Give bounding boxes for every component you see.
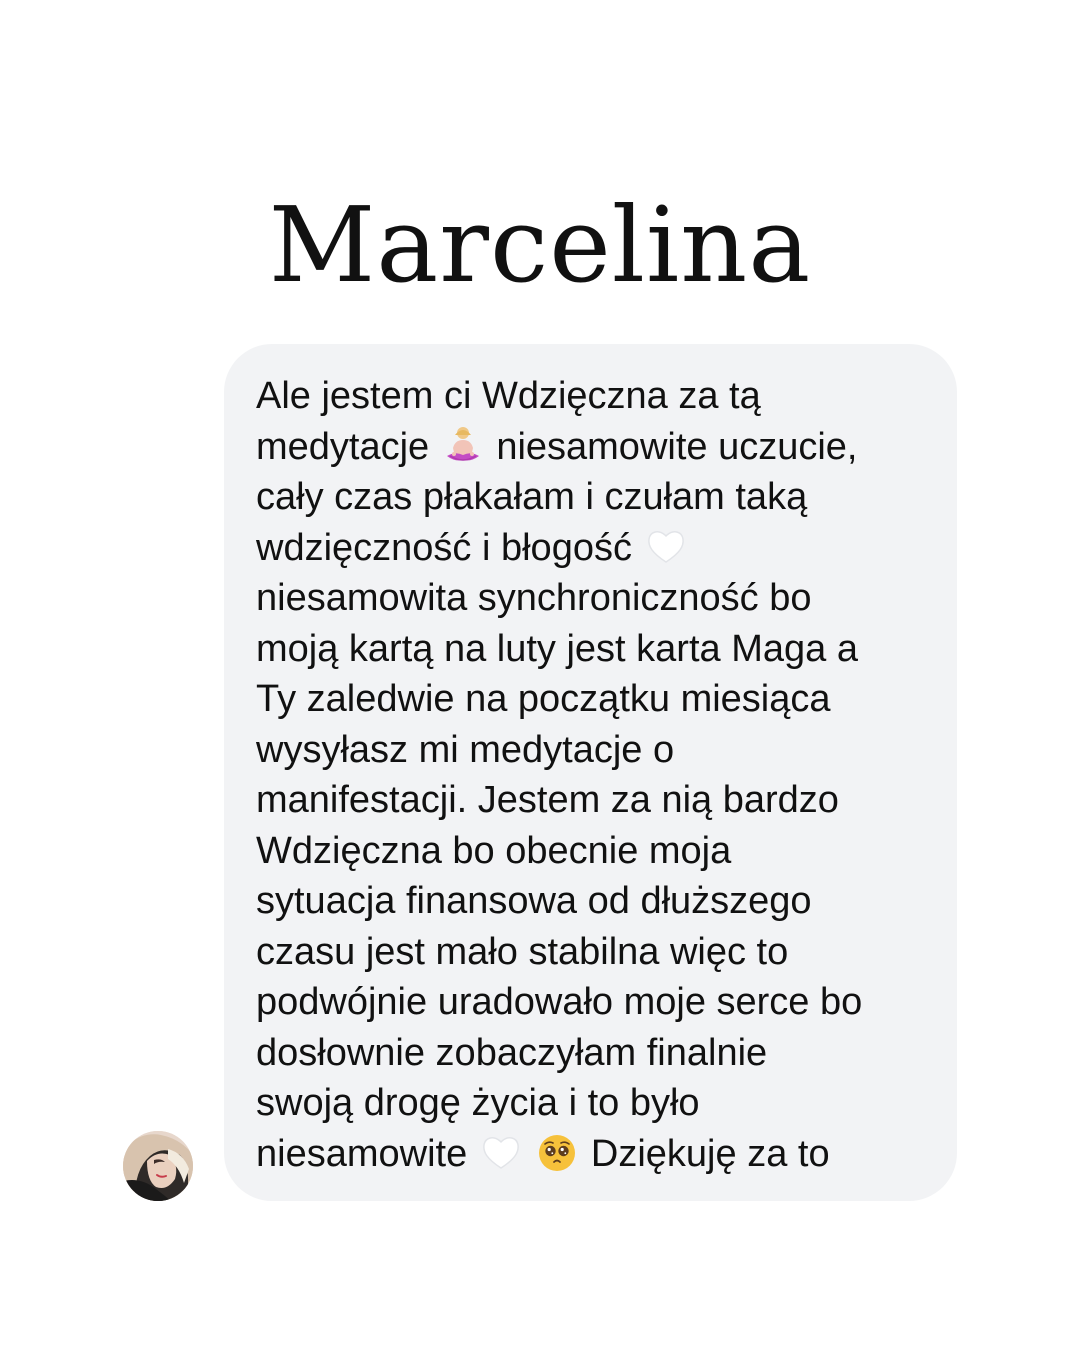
white-heart-emoji: [480, 1132, 522, 1174]
avatar[interactable]: [123, 1131, 193, 1201]
message-line: manifestacji. Jestem za nią bardzo: [256, 779, 839, 821]
message-line: dosłownie zobaczyłam finalnie: [256, 1031, 768, 1074]
message-line: swoją drogę życia i to było: [256, 1082, 700, 1124]
message-fragment: niesamowite uczucie,: [496, 425, 858, 468]
message-line: sytuacja finansowa od dłuższego: [256, 880, 812, 922]
message-fragment: medytacje: [256, 425, 440, 468]
message-bubble[interactable]: Ale jestem ci Wdzięczna za tą medytacje …: [224, 344, 957, 1201]
message-line: moją kartą na luty jest karta Maga a: [256, 627, 858, 670]
message-line: medytacje niesamowite uczucie,: [256, 422, 937, 473]
avatar-icon: [123, 1131, 193, 1201]
message-fragment: Dziękuję za to: [590, 1132, 830, 1175]
white-heart-emoji: [645, 526, 687, 568]
message-line: Wdzięczna bo obecnie moja: [256, 829, 732, 872]
person-in-lotus-position-emoji: [442, 425, 484, 467]
message-fragment: wdzięczność i błogość: [256, 526, 632, 569]
message-line: Ty zaledwie na początku miesiąca: [256, 678, 831, 720]
message-line: niesamowite Dziękuję za to: [256, 1129, 937, 1180]
message-text: Ale jestem ci Wdzięczna za tą medytacje …: [256, 371, 937, 1179]
message-line: Ale jestem ci Wdzięczna za tą: [256, 375, 761, 417]
message-line: wysyłasz mi medytacje o: [256, 728, 675, 771]
pleading-face-emoji: [536, 1132, 578, 1174]
message-line: niesamowita synchroniczność bo: [256, 577, 812, 619]
message-line: cały czas płakałam i czułam taką: [256, 476, 808, 518]
message-line: wdzięczność i błogość: [256, 523, 937, 574]
message-line: podwójnie uradowało moje serce bo: [256, 981, 863, 1023]
message-line: czasu jest mało stabilna więc to: [256, 930, 789, 973]
page-title: Marcelina: [268, 183, 812, 306]
message-fragment: niesamowite: [256, 1132, 468, 1175]
